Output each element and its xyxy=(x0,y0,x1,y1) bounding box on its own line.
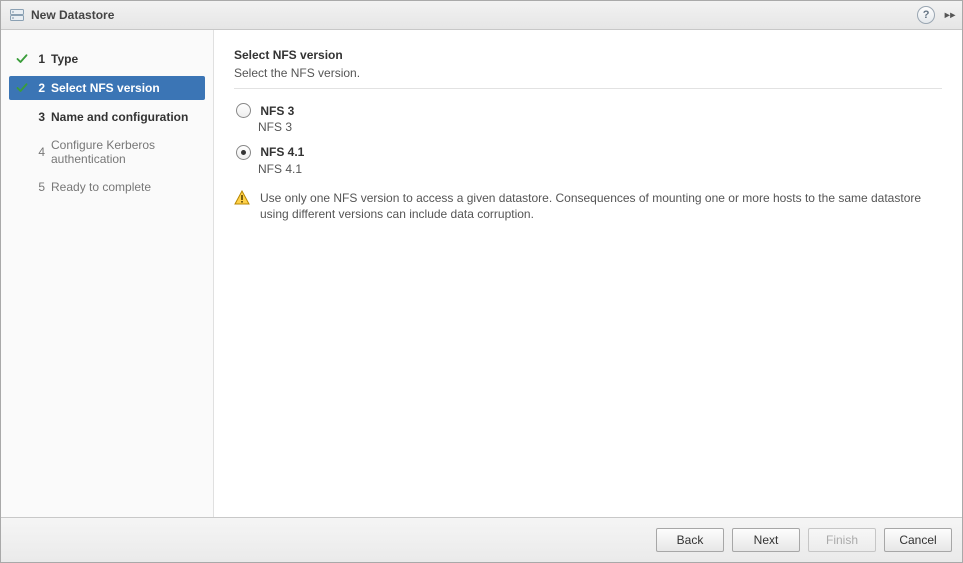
next-button[interactable]: Next xyxy=(732,528,800,552)
nfs41-option[interactable]: NFS 4.1 NFS 4.1 xyxy=(236,144,942,175)
expand-arrows-icon[interactable]: ▸▸ xyxy=(943,7,954,23)
radio-icon[interactable] xyxy=(236,103,251,118)
checkmark-icon xyxy=(15,53,29,65)
datastore-icon xyxy=(9,7,25,23)
wizard-content: Select NFS version Select the NFS versio… xyxy=(214,30,962,517)
step-number: 1 xyxy=(35,52,45,66)
dialog-title: New Datastore xyxy=(31,8,114,22)
nfs-version-radio-group: NFS 3 NFS 3 NFS 4.1 NFS 4.1 xyxy=(234,103,942,176)
warning-row: Use only one NFS version to access a giv… xyxy=(234,190,942,222)
warning-text: Use only one NFS version to access a giv… xyxy=(260,190,940,222)
wizard-step-configure-kerberos: 4 Configure Kerberos authentication xyxy=(9,134,205,170)
finish-button[interactable]: Finish xyxy=(808,528,876,552)
step-number: 5 xyxy=(35,180,45,194)
titlebar: New Datastore ? ▸▸ xyxy=(1,1,962,30)
step-number: 3 xyxy=(35,110,45,124)
step-label: Configure Kerberos authentication xyxy=(51,138,199,166)
help-icon[interactable]: ? xyxy=(917,6,935,24)
cancel-button[interactable]: Cancel xyxy=(884,528,952,552)
wizard-step-type[interactable]: 1 Type xyxy=(9,48,205,70)
checkmark-icon xyxy=(15,82,29,94)
step-number: 4 xyxy=(35,145,45,159)
wizard-step-ready-to-complete: 5 Ready to complete xyxy=(9,176,205,198)
option-label: NFS 4.1 xyxy=(260,145,304,159)
wizard-step-select-nfs-version[interactable]: 2 Select NFS version xyxy=(9,76,205,100)
option-description: NFS 4.1 xyxy=(258,162,942,176)
step-label: Type xyxy=(51,52,199,66)
wizard-sidebar: 1 Type 2 Select NFS version 3 Name and c… xyxy=(1,30,214,517)
step-label: Select NFS version xyxy=(51,81,199,95)
option-description: NFS 3 xyxy=(258,120,942,134)
step-number: 2 xyxy=(35,81,45,95)
option-label: NFS 3 xyxy=(260,104,294,118)
content-subheading: Select the NFS version. xyxy=(234,66,942,80)
nfs3-option[interactable]: NFS 3 NFS 3 xyxy=(236,103,942,134)
dialog-footer: Back Next Finish Cancel xyxy=(1,517,962,562)
dialog: New Datastore ? ▸▸ 1 Type 2 Select NFS v… xyxy=(0,0,963,563)
step-label: Ready to complete xyxy=(51,180,199,194)
step-label: Name and configuration xyxy=(51,110,199,124)
radio-icon[interactable] xyxy=(236,145,251,160)
back-button[interactable]: Back xyxy=(656,528,724,552)
warning-icon xyxy=(234,190,250,209)
divider xyxy=(234,88,942,89)
dialog-body: 1 Type 2 Select NFS version 3 Name and c… xyxy=(1,30,962,517)
wizard-step-name-and-configuration[interactable]: 3 Name and configuration xyxy=(9,106,205,128)
content-heading: Select NFS version xyxy=(234,48,942,62)
